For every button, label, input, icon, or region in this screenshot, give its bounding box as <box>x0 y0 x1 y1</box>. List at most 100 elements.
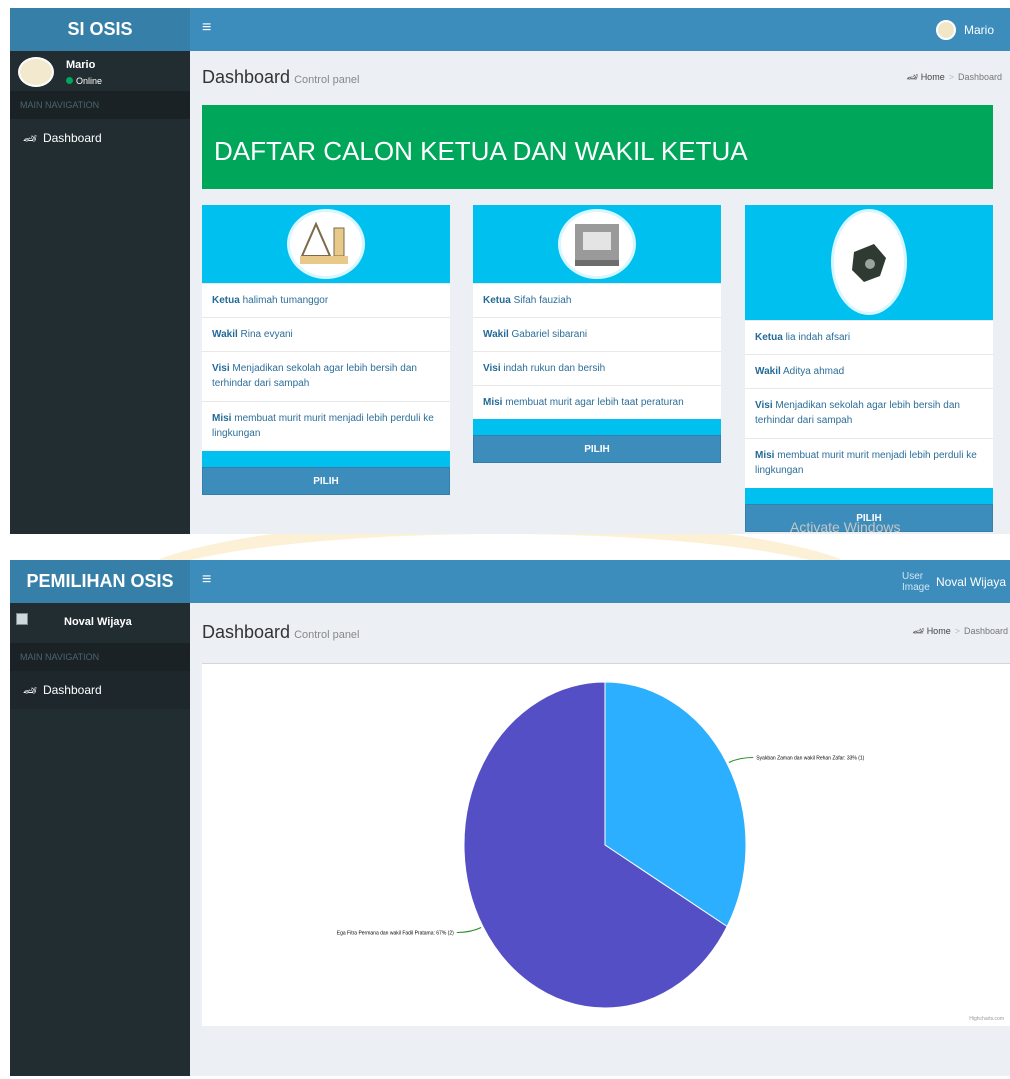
ketua-row: Ketua halimah tumanggor <box>202 283 450 317</box>
candidate-photo <box>831 209 907 315</box>
brand-logo[interactable]: PEMILIHAN OSIS <box>10 560 190 603</box>
ketua-name: Sifah fauziah <box>513 295 572 306</box>
wakil-name: Rina evyani <box>240 329 293 340</box>
vote-button[interactable]: PILIH <box>202 467 450 495</box>
sidebar-item-dashboard[interactable]: 🏎 Dashboard <box>10 119 190 157</box>
breadcrumb-home[interactable]: Home <box>927 626 951 636</box>
candidate-list-banner: DAFTAR CALON KETUA DAN WAKIL KETUA <box>202 105 993 189</box>
wakil-name: Gabariel sibarani <box>511 329 588 340</box>
dashboard-icon: 🏎 <box>23 133 37 145</box>
card-strip <box>745 488 993 504</box>
wakil-row: Wakil Rina evyani <box>202 317 450 351</box>
visi-label: Visi <box>483 363 501 374</box>
status-text: Online <box>76 76 103 86</box>
ketua-label: Ketua <box>212 295 240 306</box>
user-name: Mario <box>963 22 994 37</box>
wakil-label: Wakil <box>212 329 238 340</box>
avatar <box>18 57 54 87</box>
user-menu[interactable]: Mario <box>935 8 994 51</box>
page-title: Dashboard Control panel <box>202 67 360 88</box>
candidate-card-header <box>473 205 721 283</box>
nav-header: MAIN NAVIGATION <box>10 91 190 119</box>
hamburger-icon[interactable]: ≡ <box>202 19 211 37</box>
sidebar: Mario Online MAIN NAVIGATION 🏎 Dashboard <box>10 51 190 534</box>
vote-button[interactable]: PILIH <box>473 435 721 463</box>
candidate-card: Ketua Sifah fauziah Wakil Gabariel sibar… <box>473 205 721 463</box>
visi-row: Visi indah rukun dan bersih <box>473 351 721 385</box>
ketua-name: lia indah afsari <box>785 332 851 343</box>
misi-text: membuat murit murit menjadi lebih perdul… <box>212 413 434 439</box>
pie-data-label-0: Syakban Zaman dan wakil Rehan Zafar: 33%… <box>756 756 864 762</box>
sidebar-item-dashboard[interactable]: 🏎 Dashboard <box>10 671 190 709</box>
user-name: Noval Wijaya <box>935 574 1006 589</box>
misi-row: Misi membuat murit murit menjadi lebih p… <box>202 401 450 451</box>
page-title-text: Dashboard <box>202 622 291 642</box>
candidate-photo-drawing <box>852 244 886 282</box>
misi-label: Misi <box>755 450 775 461</box>
status-badge: Online <box>66 76 102 86</box>
candidate-card: Ketua halimah tumanggor Wakil Rina evyan… <box>202 205 450 495</box>
wakil-row: Wakil Gabariel sibarani <box>473 317 721 351</box>
ketua-row: Ketua Sifah fauziah <box>473 283 721 317</box>
wakil-label: Wakil <box>755 366 781 377</box>
sidebar-user-name: Mario <box>66 59 96 71</box>
ketua-label: Ketua <box>755 332 783 343</box>
visi-text: indah rukun dan bersih <box>503 363 606 374</box>
pie-chart-container: Syakban Zaman dan wakil Rehan Zafar: 33%… <box>202 663 1010 1026</box>
candidate-photo <box>558 209 636 279</box>
brand-logo[interactable]: SI OSIS <box>10 8 190 51</box>
pie-data-label-1: Ega Fitra Permana dan wakil Fadil Pratam… <box>337 931 454 937</box>
candidate-card-header <box>202 205 450 283</box>
page-title-text: Dashboard <box>202 67 291 87</box>
breadcrumb: 🏎 Home > Dashboard <box>913 626 1008 637</box>
misi-row: Misi membuat murit agar lebih taat perat… <box>473 385 721 419</box>
pie-chart: Syakban Zaman dan wakil Rehan Zafar: 33%… <box>337 681 865 1009</box>
ketua-row: Ketua lia indah afsari <box>745 320 993 354</box>
activate-windows-watermark: Activate Windows <box>790 519 901 534</box>
broken-image-icon <box>16 613 28 625</box>
visi-label: Visi <box>212 363 230 374</box>
wakil-row: Wakil Aditya ahmad <box>745 354 993 388</box>
dashboard-icon: 🏎 <box>23 685 37 697</box>
breadcrumb-home[interactable]: Home <box>921 72 945 82</box>
user-menu[interactable]: User Image Noval Wijaya <box>902 560 1006 603</box>
candidate-photo-drawing <box>300 221 348 264</box>
breadcrumb-separator: > <box>954 626 960 636</box>
sidebar-item-label: Dashboard <box>42 683 102 697</box>
hamburger-icon[interactable]: ≡ <box>202 571 211 589</box>
breadcrumb-current: Dashboard <box>957 72 1002 82</box>
visi-text: Menjadikan sekolah agar lebih bersih dan… <box>755 400 960 426</box>
visi-label: Visi <box>755 400 773 411</box>
sidebar-item-label: Dashboard <box>42 131 102 145</box>
candidate-card-header <box>745 205 993 320</box>
sidebar: Noval Wijaya MAIN NAVIGATION 🏎 Dashboard <box>10 603 190 1076</box>
card-strip <box>202 451 450 467</box>
visi-row: Visi Menjadikan sekolah agar lebih bersi… <box>745 388 993 438</box>
visi-text: Menjadikan sekolah agar lebih bersih dan… <box>212 363 417 389</box>
top-navbar: ≡ Mario <box>190 8 1010 51</box>
wakil-name: Aditya ahmad <box>782 366 845 377</box>
top-navbar: ≡ User Image Noval Wijaya <box>190 560 1010 603</box>
misi-label: Misi <box>483 397 503 408</box>
sidebar-user-name: Noval Wijaya <box>64 616 132 628</box>
candidate-photo <box>287 209 365 279</box>
breadcrumb: 🏎 Home > Dashboard <box>907 72 1002 83</box>
card-strip <box>473 419 721 435</box>
misi-label: Misi <box>212 413 232 424</box>
content-header: Dashboard Control panel 🏎 Home > Dashboard <box>190 51 1010 103</box>
page-subtitle: Control panel <box>294 629 360 641</box>
main-content: Dashboard Control panel 🏎 Home > Dashboard … <box>190 603 1010 1076</box>
online-dot-icon <box>66 77 73 84</box>
ketua-label: Ketua <box>483 295 511 306</box>
ketua-name: halimah tumanggor <box>242 295 329 306</box>
candidate-card: Ketua lia indah afsari Wakil Aditya ahma… <box>745 205 993 532</box>
nav-header: MAIN NAVIGATION <box>10 643 190 671</box>
page-title: Dashboard Control panel <box>202 622 360 643</box>
misi-text: membuat murit murit menjadi lebih perdul… <box>755 450 977 476</box>
sidebar-user-panel: Noval Wijaya <box>10 603 190 643</box>
breadcrumb-current: Dashboard <box>963 626 1008 636</box>
screenshot-results-page: PEMILIHAN OSIS ≡ User Image Noval Wijaya… <box>10 560 1010 1076</box>
chart-credits[interactable]: Highcharts.com <box>969 1016 1004 1022</box>
misi-text: membuat murit agar lebih taat peraturan <box>505 397 684 408</box>
main-content: Dashboard Control panel 🏎 Home > Dashboard … <box>190 51 1010 534</box>
